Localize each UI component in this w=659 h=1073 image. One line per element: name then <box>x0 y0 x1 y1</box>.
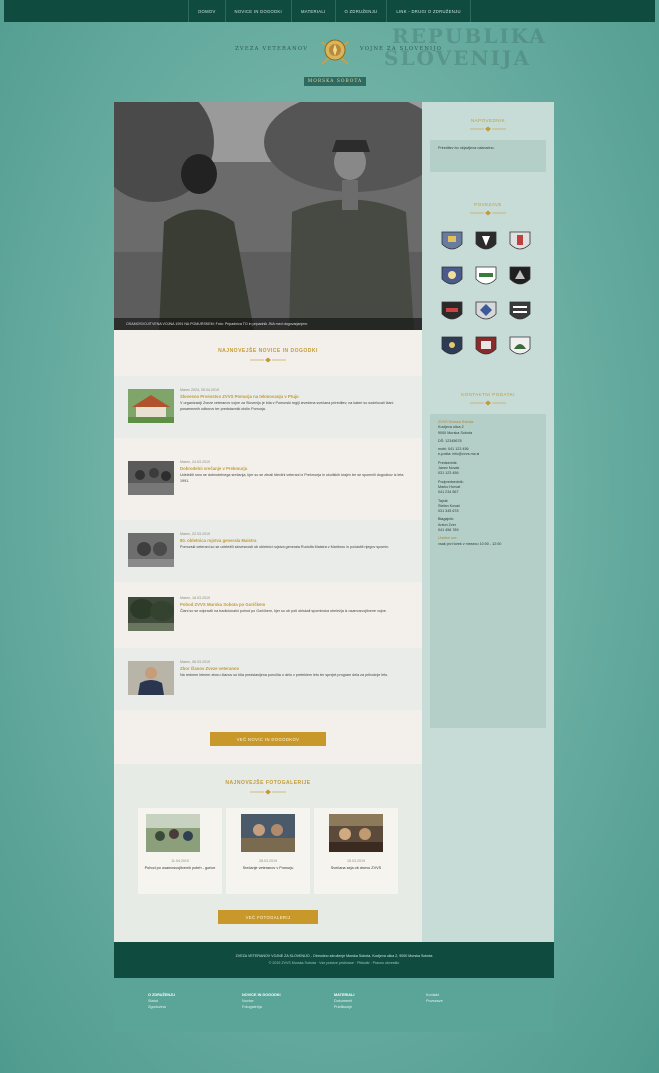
news-thumbnail[interactable] <box>128 389 174 423</box>
sidebar-contact-title: KONTAKTNI PODATKI <box>461 392 515 397</box>
gallery-image[interactable] <box>241 814 295 852</box>
more-news-button[interactable]: VEČ NOVIC IN DOGODKOV <box>210 732 326 746</box>
footer-link[interactable]: Povezave <box>426 998 443 1004</box>
crest-icon[interactable] <box>440 230 464 254</box>
footer-column: NOVICE IN DOGODKI Novice Fotogalerija <box>242 992 281 1010</box>
footer-link[interactable]: Publikacije <box>334 1004 354 1010</box>
news-item[interactable]: Marec, 06.03.2019 Zbor članov Zveze vete… <box>114 648 422 710</box>
hero-caption: OSAMOSVOJITVENA VOJNA 1991 NA POMURSKEM:… <box>114 318 422 330</box>
crest-icon[interactable] <box>440 300 464 324</box>
nav-item-links[interactable]: LINK - DRUGI O ZDRUŽENJU <box>386 0 471 22</box>
news-date: Marec, 24.03.2019 <box>180 460 210 464</box>
gallery-section: NAJNOVEJŠE FOTOGALERIJE 11.04.2019 Pohod… <box>114 764 422 942</box>
news-excerpt: V organizaciji Zveze veteranov vojne za … <box>180 401 394 411</box>
sidebar-announcements-title: NAPOVEDNIK <box>470 118 506 123</box>
hero-image <box>114 102 422 330</box>
news-excerpt: Udeležili smo se dobrodelnega srečanja, … <box>180 473 404 483</box>
header-watermark-1: REPUBLIKA <box>392 24 547 48</box>
gallery-date: 15.03.2019 <box>347 859 365 863</box>
contact-box: ZVVS Murska Sobota Kocljeva ulica 2 9000 M… <box>430 414 546 728</box>
ornament-divider-icon <box>470 400 506 406</box>
crest-icon[interactable] <box>508 265 532 289</box>
more-galleries-button[interactable]: VEČ FOTOGALERIJ <box>218 910 318 924</box>
news-title[interactable]: Zbor članov Zveze veteranov <box>180 666 410 671</box>
news-excerpt: Na rednem letnem zboru članov so bila pr… <box>180 673 389 677</box>
news-date: Marec, 06.03.2019 <box>180 660 210 664</box>
nav-item-materials[interactable]: MATERIALI <box>291 0 335 22</box>
news-item[interactable]: Marec, 24.03.2019 Dobrodelni srečanje v … <box>114 448 422 510</box>
crest-icon[interactable] <box>474 300 498 324</box>
news-excerpt: Pomurski veterani so se udeležili sloves… <box>180 545 390 549</box>
news-title[interactable]: 80. obletnica rojstva generala Maistra <box>180 538 410 543</box>
ornament-divider-icon <box>470 210 506 216</box>
gallery-image[interactable] <box>146 814 200 852</box>
news-item[interactable]: Marec, 18.03.2019 Pohod ZVVS Murska Sobo… <box>114 584 422 646</box>
gallery-date: 11.04.2019 <box>171 859 189 863</box>
footer-info: ZVEZA VETERANOV VOJNE ZA SLOVENIJO - Obm… <box>114 942 554 978</box>
ornament-divider-icon <box>250 789 286 795</box>
nav-item-home[interactable]: DOMOV <box>188 0 224 22</box>
site-header: REPUBLIKA SLOVENIJA ZVEZA VETERANOV VOJN… <box>114 24 554 102</box>
news-thumbnail[interactable] <box>128 533 174 567</box>
gallery-image[interactable] <box>329 814 383 852</box>
announcements-box: Prireditev bo objavljena naknadno. <box>430 140 546 172</box>
footer-column: O ZDRUŽENJU Statut Zgodovina <box>148 992 175 1010</box>
gallery-card[interactable]: 28.03.2019 Srečanje veteranov v Pomurju <box>226 808 310 894</box>
gallery-date: 28.03.2019 <box>259 859 277 863</box>
news-title[interactable]: Dobrodelni srečanje v Prekmurju <box>180 466 410 471</box>
crest-icon[interactable] <box>440 335 464 359</box>
sidebar-links-title: POVEZAVE <box>474 202 502 207</box>
footer-column: Kontakt Povezave <box>426 992 443 1004</box>
gallery-card[interactable]: 15.03.2019 Svečana seja ob dnevu ZVVS <box>314 808 398 894</box>
crest-icon[interactable] <box>508 300 532 324</box>
main-content: OSAMOSVOJITVENA VOJNA 1991 NA POMURSKEM:… <box>114 102 422 942</box>
gallery-title[interactable]: Svečana seja ob dnevu ZVVS <box>318 866 394 871</box>
crest-icon[interactable] <box>474 335 498 359</box>
gallery-card[interactable]: 11.04.2019 Pohod po osamosvojitvenih pot… <box>138 808 222 894</box>
news-title[interactable]: Pohod ZVVS Murska Sobota po Goričkem <box>180 602 410 607</box>
news-thumbnail[interactable] <box>128 461 174 495</box>
crest-icon[interactable] <box>508 335 532 359</box>
municipality-crests <box>440 230 538 359</box>
sidebar: NAPOVEDNIK Prireditev bo objavljena nakn… <box>422 102 554 942</box>
news-item[interactable]: Marec, 22.03.2019 80. obletnica rojstva … <box>114 520 422 582</box>
gallery-title[interactable]: Srečanje veteranov v Pomurju <box>230 866 306 871</box>
footer-copyright: © 2019 ZVVS Murska Sobota · Vse pravice … <box>268 961 400 965</box>
crest-icon[interactable] <box>508 230 532 254</box>
emblem-icon[interactable] <box>318 34 352 68</box>
gallery-title[interactable]: Pohod po osamosvojitvenih poteh - gorice <box>142 866 218 871</box>
news-date: Marec, 18.03.2019 <box>180 596 210 600</box>
hero-photo: OSAMOSVOJITVENA VOJNA 1991 NA POMURSKEM:… <box>114 102 422 330</box>
contact-line: vsak prvi torek v mesecu 10:00 - 12:00 <box>438 541 502 546</box>
gallery-section-title: NAJNOVEJŠE FOTOGALERIJE <box>225 780 311 786</box>
news-title[interactable]: Slovesno Prvenstvo ZVVS Pomurja na tekmo… <box>180 394 410 399</box>
footer-links: O ZDRUŽENJU Statut Zgodovina NOVICE IN D… <box>114 978 554 1032</box>
ornament-divider-icon <box>250 357 286 363</box>
nav-item-news[interactable]: NOVICE IN DOGODKI <box>224 0 291 22</box>
crest-icon[interactable] <box>440 265 464 289</box>
news-date: Marec, 22.03.2019 <box>180 532 210 536</box>
news-section-title: NAJNOVEJŠE NOVICE IN DOGODKI <box>218 348 318 354</box>
ornament-divider-icon <box>470 126 506 132</box>
top-navigation: DOMOV NOVICE IN DOGODKI MATERIALI O ZDRU… <box>4 0 655 22</box>
crest-icon[interactable] <box>474 230 498 254</box>
header-subtitle: MORSKA SOBOTA <box>304 77 366 86</box>
crest-icon[interactable] <box>474 265 498 289</box>
footer-address: ZVEZA VETERANOV VOJNE ZA SLOVENIJO - Obm… <box>235 954 433 958</box>
news-thumbnail[interactable] <box>128 597 174 631</box>
footer-link[interactable]: Fotogalerija <box>242 1004 281 1010</box>
news-item[interactable]: Marec 2024, 05.04.2019 Slovesno Prvenstv… <box>114 376 422 438</box>
news-excerpt: Člani so se odpravili na tradicionalni p… <box>180 609 387 613</box>
footer-column: MATERIALI Dokumenti Publikacije <box>334 992 354 1010</box>
footer-link[interactable]: Zgodovina <box>148 1004 175 1010</box>
nav-item-about[interactable]: O ZDRUŽENJU <box>334 0 387 22</box>
news-date: Marec 2024, 05.04.2019 <box>180 388 219 392</box>
news-thumbnail[interactable] <box>128 661 174 695</box>
announcements-text: Prireditev bo objavljena naknadno. <box>438 146 495 150</box>
